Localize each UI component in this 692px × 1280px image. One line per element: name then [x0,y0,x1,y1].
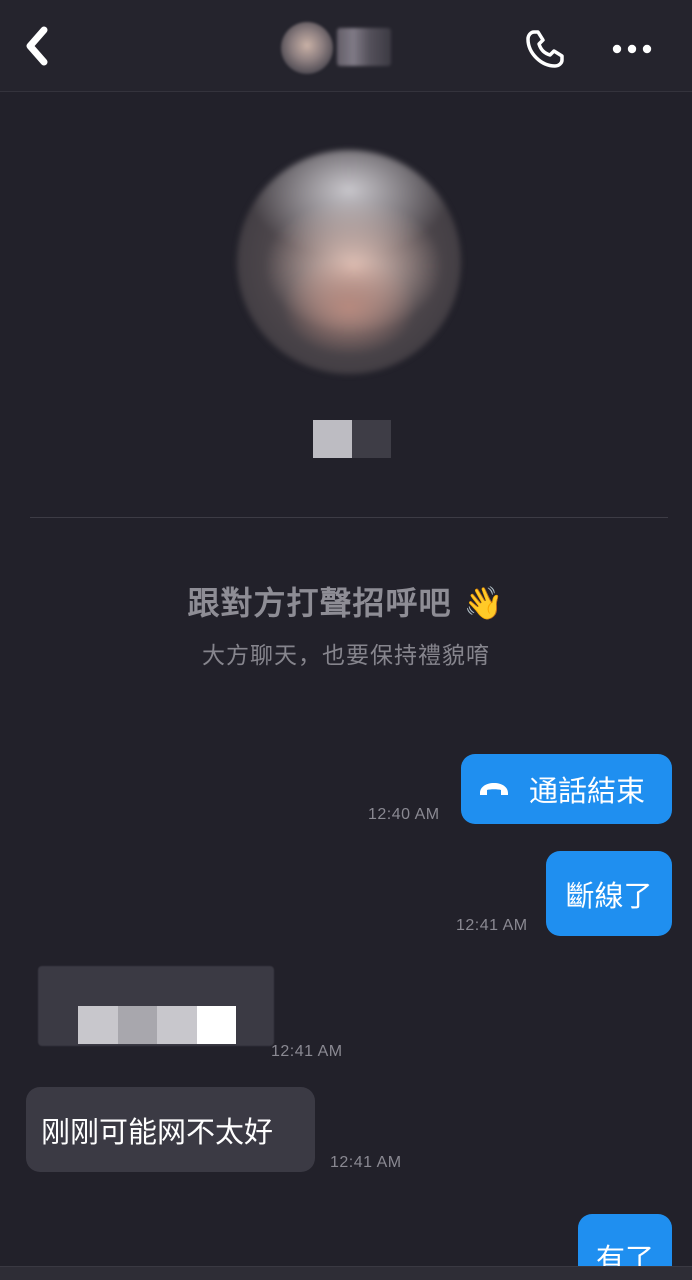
contact-name-redacted[interactable] [337,28,391,66]
call-ended-text: 通話結束 [529,774,646,808]
chevron-left-icon [26,26,48,66]
message-text: 刚刚可能网不太好 [41,1114,274,1149]
profile-avatar[interactable] [237,150,461,374]
contact-avatar[interactable] [281,22,333,74]
hang-up-icon [480,783,508,795]
message-timestamp: 12:41 AM [271,1043,343,1060]
message-text: 斷線了 [565,878,653,913]
outgoing-message-bubble[interactable]: 斷線了 [546,851,672,936]
greeting-title: 跟對方打聲招呼吧 👋 [187,584,505,622]
more-horizontal-icon [612,44,652,54]
message-input-bar[interactable] [0,1266,692,1280]
divider [30,517,668,518]
profile-name-redacted [313,420,391,458]
message-timestamp: 12:41 AM [330,1154,402,1171]
redacted-text [78,1006,236,1044]
more-options-button[interactable] [608,30,656,66]
call-button[interactable] [522,26,568,72]
message-timestamp: 12:40 AM [368,806,440,823]
call-ended-bubble[interactable]: 通話結束 [461,754,672,824]
message-timestamp: 12:41 AM [456,917,528,934]
back-button[interactable] [18,24,58,68]
greeting-subtitle: 大方聊天，也要保持禮貌唷 [202,643,490,669]
incoming-message-bubble[interactable]: 刚刚可能网不太好 [26,1087,315,1172]
phone-icon [526,30,564,68]
chat-header [0,0,692,92]
